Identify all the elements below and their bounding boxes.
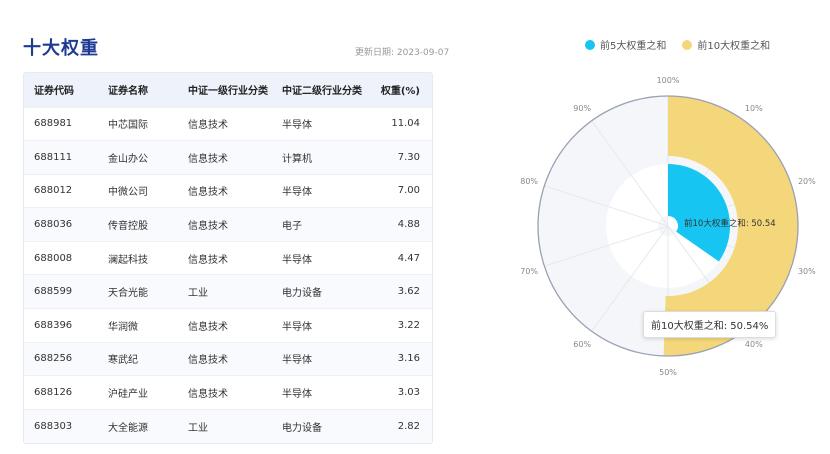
angle-tick-label: 100% <box>657 76 680 85</box>
cell-weight: 3.22 <box>397 319 420 331</box>
legend-item-top10[interactable]: 前10大权重之和 <box>682 37 770 52</box>
cell-name: 寒武纪 <box>108 355 138 367</box>
update-date: 更新日期: 2023-09-07 <box>355 48 450 58</box>
angle-tick-label: 10% <box>745 104 763 113</box>
cell-name: 沪硅产业 <box>108 389 148 401</box>
cell-industry1: 信息技术 <box>188 187 228 199</box>
cell-code: 688008 <box>34 252 73 264</box>
legend-dot-icon <box>682 39 693 50</box>
cell-name: 中芯国际 <box>108 120 148 132</box>
cell-industry2: 半导体 <box>282 321 312 333</box>
angle-tick-label: 50% <box>659 368 677 377</box>
legend-label: 前10大权重之和 <box>697 41 771 52</box>
cell-weight: 3.62 <box>397 286 420 298</box>
cell-industry2: 半导体 <box>282 254 312 266</box>
cell-name: 中微公司 <box>108 187 148 199</box>
chart-tooltip: 前10大权重之和: 50.54% <box>643 311 777 338</box>
cell-industry2: 计算机 <box>282 153 312 165</box>
table-row: 688111 金山办公 信息技术 计算机 7.30 <box>24 140 432 175</box>
table-row: 688981 中芯国际 信息技术 半导体 11.04 <box>24 107 432 141</box>
cell-industry1: 信息技术 <box>188 221 228 233</box>
cell-industry1: 工业 <box>188 288 208 300</box>
cell-industry2: 半导体 <box>282 355 312 367</box>
cell-weight: 4.47 <box>397 252 420 264</box>
cell-industry2: 电力设备 <box>282 422 322 434</box>
cell-code: 688036 <box>34 219 73 231</box>
page-title: 十大权重 <box>23 38 99 59</box>
table-row: 688126 沪硅产业 信息技术 半导体 3.03 <box>24 375 432 410</box>
col-industry1-header: 中证一级行业分类 <box>188 86 268 98</box>
cell-code: 688303 <box>34 420 73 432</box>
chart-legend: 前5大权重之和 前10大权重之和 <box>585 37 786 52</box>
cell-industry2: 半导体 <box>282 120 312 132</box>
col-industry2-header: 中证二级行业分类 <box>282 86 362 98</box>
cell-weight: 4.88 <box>397 219 420 231</box>
angle-tick-label: 90% <box>573 104 591 113</box>
table-row: 688012 中微公司 信息技术 半导体 7.00 <box>24 174 432 208</box>
legend-item-top5[interactable]: 前5大权重之和 <box>585 37 666 52</box>
cell-industry1: 信息技术 <box>188 355 228 367</box>
cell-industry2: 电子 <box>282 221 302 233</box>
angle-tick-label: 20% <box>798 177 816 186</box>
cell-name: 华润微 <box>108 321 138 333</box>
cell-industry2: 半导体 <box>282 389 312 401</box>
col-weight-header: 权重(%) <box>380 86 420 98</box>
cell-weight: 11.04 <box>391 118 420 130</box>
table-row: 688008 澜起科技 信息技术 半导体 4.47 <box>24 241 432 275</box>
cell-code: 688111 <box>34 151 73 163</box>
cell-industry1: 信息技术 <box>188 153 228 165</box>
cell-weight: 7.30 <box>397 151 420 163</box>
angle-tick-label: 30% <box>798 267 816 276</box>
cell-code: 688396 <box>34 319 73 331</box>
cell-weight: 3.16 <box>397 353 420 365</box>
cell-name: 金山办公 <box>108 153 148 165</box>
col-code-header: 证券代码 <box>34 86 74 98</box>
col-name-header: 证券名称 <box>108 86 148 98</box>
cell-code: 688256 <box>34 353 73 365</box>
table-row: 688256 寒武纪 信息技术 半导体 3.16 <box>24 342 432 376</box>
cell-industry2: 半导体 <box>282 187 312 199</box>
cell-weight: 3.03 <box>397 387 420 399</box>
angle-tick-label: 60% <box>573 340 591 349</box>
table-row: 688303 大全能源 工业 电力设备 2.82 <box>24 409 432 443</box>
top10-table: 证券代码 证券名称 中证一级行业分类 中证二级行业分类 权重(%) 688981… <box>23 72 433 444</box>
legend-dot-icon <box>585 39 595 50</box>
cell-code: 688981 <box>34 118 73 130</box>
table-row: 688036 传音控股 信息技术 电子 4.88 <box>24 207 432 242</box>
angle-tick-label: 70% <box>520 267 538 276</box>
cell-name: 传音控股 <box>108 221 148 233</box>
angle-tick-label: 40% <box>745 340 763 349</box>
cell-weight: 7.00 <box>397 185 420 197</box>
cell-name: 天合光能 <box>108 288 148 300</box>
cell-name: 大全能源 <box>108 422 148 434</box>
cell-industry1: 信息技术 <box>188 389 228 401</box>
cell-industry2: 电力设备 <box>282 288 322 300</box>
cell-industry1: 信息技术 <box>188 120 228 132</box>
cell-code: 688126 <box>34 387 73 399</box>
angle-tick-label: 80% <box>520 177 538 186</box>
table-row: 688396 华润微 信息技术 半导体 3.22 <box>24 308 432 343</box>
legend-label: 前5大权重之和 <box>600 41 667 52</box>
cell-industry1: 信息技术 <box>188 254 228 266</box>
cell-name: 澜起科技 <box>108 254 148 266</box>
cell-industry1: 信息技术 <box>188 321 228 333</box>
table-row: 688599 天合光能 工业 电力设备 3.62 <box>24 274 432 309</box>
cell-weight: 2.82 <box>397 420 420 432</box>
cell-industry1: 工业 <box>188 422 208 434</box>
bar-value-label: 前10大权重之和: 50.54 <box>684 218 776 229</box>
cell-code: 688012 <box>34 185 73 197</box>
table-header-row: 证券代码 证券名称 中证一级行业分类 中证二级行业分类 权重(%) <box>24 73 432 107</box>
cell-code: 688599 <box>34 286 73 298</box>
